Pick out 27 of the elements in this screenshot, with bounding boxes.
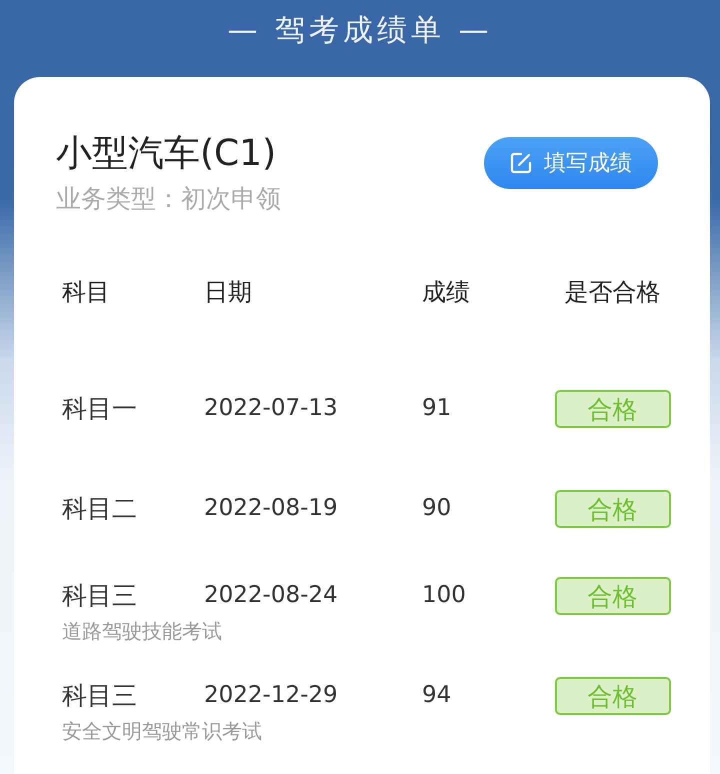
subject-note: 道路驾驶技能考试 (62, 618, 222, 644)
subject-name: 科目三 (62, 680, 137, 712)
exam-date: 2022-07-13 (204, 394, 338, 424)
page-title: — 驾考成绩单 — (227, 12, 493, 50)
vehicle-type: 小型汽车(C1) (56, 132, 278, 176)
result-badge: 合格 (554, 390, 670, 428)
result-badge: 合格 (554, 577, 670, 615)
exam-score: 90 (422, 494, 452, 524)
result-badge: 合格 (554, 490, 670, 528)
exam-date: 2022-08-24 (204, 581, 338, 610)
exam-date: 2022-08-19 (204, 494, 338, 524)
column-header: 科目 (62, 277, 110, 308)
exam-date: 2022-12-29 (204, 681, 338, 710)
subject-name: 科目一 (62, 392, 137, 425)
edit-icon (510, 152, 532, 174)
business-type: 业务类型：初次申领 (56, 183, 281, 215)
fill-score-button[interactable]: 填写成绩 (484, 137, 658, 189)
subject-name: 科目二 (62, 492, 137, 525)
column-header: 成绩 (422, 277, 470, 308)
result-badge: 合格 (554, 677, 670, 715)
exam-score: 91 (422, 394, 452, 424)
subject-name: 科目三 (62, 580, 137, 612)
exam-score: 94 (422, 681, 452, 710)
column-header: 日期 (204, 277, 252, 308)
exam-score: 100 (422, 581, 466, 610)
subject-note: 安全文明驾驶常识考试 (62, 718, 262, 744)
column-header: 是否合格 (564, 277, 660, 308)
